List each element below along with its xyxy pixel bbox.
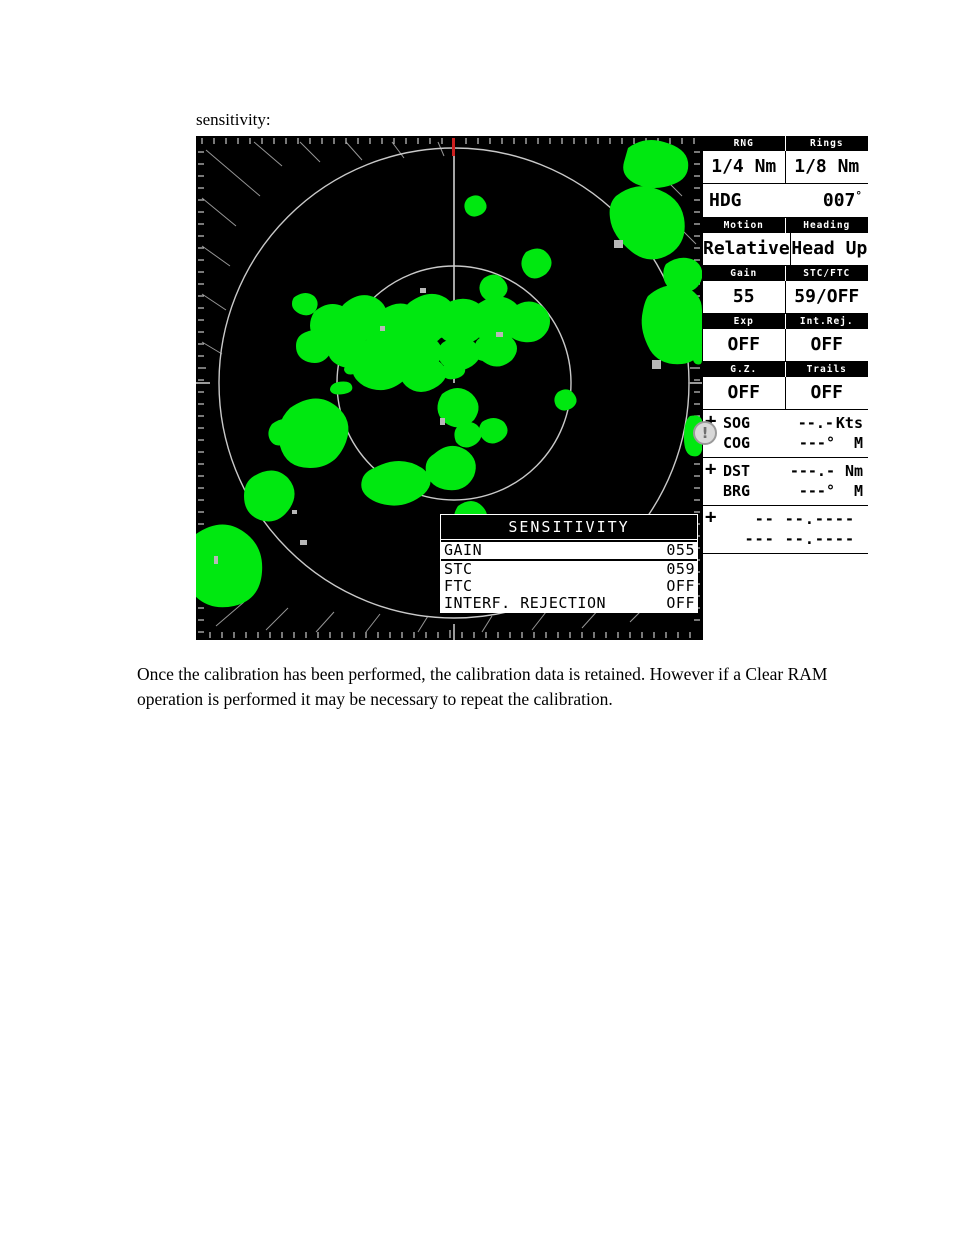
panel-block-exp: Exp Int.Rej. OFF OFF <box>703 314 868 362</box>
panel-block-hdg: HDG 007° <box>703 184 868 218</box>
stc-ftc-value[interactable]: 59/OFF <box>786 281 869 313</box>
int-rej-header: Int.Rej. <box>785 314 868 329</box>
cog-value: ---° <box>798 434 835 452</box>
latitude-value: -- --.---- <box>754 510 855 528</box>
brg-value: ---° <box>798 482 835 500</box>
warning-icon: ! <box>693 421 717 445</box>
sog-value: --.- <box>797 414 834 432</box>
sensitivity-dialog[interactable]: SENSITIVITY GAIN 055 STC 059 FTC OFF INT… <box>440 514 698 613</box>
sensitivity-row-gain-label: GAIN <box>444 541 483 559</box>
heading-header: Heading <box>785 218 868 233</box>
rings-value[interactable]: 1/8 Nm <box>786 151 869 183</box>
sensitivity-row-stc-label: STC <box>444 560 473 578</box>
gz-headers: G.Z. Trails <box>703 362 868 377</box>
brg-label: BRG <box>723 482 751 500</box>
sog-unit: Kts <box>835 414 863 432</box>
gain-value[interactable]: 55 <box>703 281 786 313</box>
rings-header: Rings <box>785 136 868 151</box>
panel-block-motion: Motion Heading Relative Head Up <box>703 218 868 266</box>
radar-screenshot-figure: SENSITIVITY GAIN 055 STC 059 FTC OFF INT… <box>196 136 868 640</box>
panel-block-gain: Gain STC/FTC 55 59/OFF <box>703 266 868 314</box>
gain-values: 55 59/OFF <box>703 281 868 313</box>
dst-value: ---.- <box>789 462 835 480</box>
exp-value[interactable]: OFF <box>703 329 786 361</box>
cog-unit: M <box>853 434 863 452</box>
motion-header: Motion <box>703 218 786 233</box>
intro-line: sensitivity: <box>196 110 271 129</box>
gz-header: G.Z. <box>703 362 786 377</box>
trails-header: Trails <box>785 362 868 377</box>
trails-value[interactable]: OFF <box>786 377 869 409</box>
exp-header: Exp <box>703 314 786 329</box>
longitude-value: --- --.---- <box>744 530 855 548</box>
gz-value[interactable]: OFF <box>703 377 786 409</box>
gain-header: Gain <box>703 266 786 281</box>
panel-block-sog-cog: + SOG --.- Kts COG ---° M <box>703 410 868 458</box>
rng-header: RNG <box>703 136 786 151</box>
nav-line-cog: COG ---° M <box>703 433 868 453</box>
sensitivity-row-stc[interactable]: STC 059 <box>441 561 697 578</box>
degree-symbol-icon: ° <box>855 189 862 202</box>
sensitivity-row-ftc-label: FTC <box>444 577 473 595</box>
hdg-label: HDG <box>709 190 742 211</box>
sensitivity-row-gain-value: 055 <box>666 541 695 559</box>
sensitivity-row-interf-rejection-label: INTERF. REJECTION <box>444 594 607 612</box>
motion-values: Relative Head Up <box>703 233 868 265</box>
plus-marker-icon: + <box>705 458 717 480</box>
exp-headers: Exp Int.Rej. <box>703 314 868 329</box>
motion-value[interactable]: Relative <box>703 233 791 265</box>
hdg-value: 007° <box>742 189 862 211</box>
panel-block-gz: G.Z. Trails OFF OFF <box>703 362 868 410</box>
stc-ftc-header: STC/FTC <box>785 266 868 281</box>
nav-line-dst: DST ---.- Nm <box>703 461 868 481</box>
sensitivity-row-interf-rejection-value: OFF <box>666 594 695 612</box>
brg-unit: M <box>853 482 863 500</box>
hdg-row[interactable]: HDG 007° <box>703 184 868 217</box>
int-rej-value[interactable]: OFF <box>786 329 869 361</box>
sog-label: SOG <box>723 414 751 432</box>
dst-unit: Nm <box>844 462 863 480</box>
rng-value[interactable]: 1/4 Nm <box>703 151 786 183</box>
range-values: 1/4 Nm 1/8 Nm <box>703 151 868 183</box>
closing-paragraph: Once the calibration has been performed,… <box>137 664 832 709</box>
sensitivity-row-ftc-value: OFF <box>666 577 695 595</box>
sensitivity-row-interf-rejection[interactable]: INTERF. REJECTION OFF <box>441 595 697 612</box>
radar-data-panel: ! RNG Rings 1/4 Nm 1/8 Nm HDG 007° Motio… <box>693 136 868 640</box>
exp-values: OFF OFF <box>703 329 868 361</box>
panel-block-range: RNG Rings 1/4 Nm 1/8 Nm <box>703 136 868 184</box>
motion-headers: Motion Heading <box>703 218 868 233</box>
gz-values: OFF OFF <box>703 377 868 409</box>
sensitivity-row-stc-value: 059 <box>666 560 695 578</box>
sensitivity-row-gain[interactable]: GAIN 055 <box>441 540 697 561</box>
dst-label: DST <box>723 462 751 480</box>
radar-scope[interactable]: SENSITIVITY GAIN 055 STC 059 FTC OFF INT… <box>196 136 702 640</box>
nav-line-sog: SOG --.- Kts <box>703 413 868 433</box>
sensitivity-row-ftc[interactable]: FTC OFF <box>441 578 697 595</box>
cog-label: COG <box>723 434 751 452</box>
plus-marker-icon: + <box>705 506 717 528</box>
panel-block-dst-brg: + DST ---.- Nm BRG ---° M <box>703 458 868 506</box>
sensitivity-rows: GAIN 055 STC 059 FTC OFF INTERF. REJECTI… <box>441 540 697 612</box>
heading-mode-value[interactable]: Head Up <box>791 233 868 265</box>
gain-headers: Gain STC/FTC <box>703 266 868 281</box>
range-headers: RNG Rings <box>703 136 868 151</box>
hdg-value-number: 007 <box>822 190 856 211</box>
nav-line-latitude: -- --.---- <box>703 509 868 529</box>
panel-block-position: + -- --.---- --- --.---- <box>703 506 868 554</box>
heading-marker <box>452 138 455 156</box>
nav-line-longitude: --- --.---- <box>703 529 868 549</box>
nav-line-brg: BRG ---° M <box>703 481 868 501</box>
sensitivity-dialog-title: SENSITIVITY <box>441 515 697 540</box>
